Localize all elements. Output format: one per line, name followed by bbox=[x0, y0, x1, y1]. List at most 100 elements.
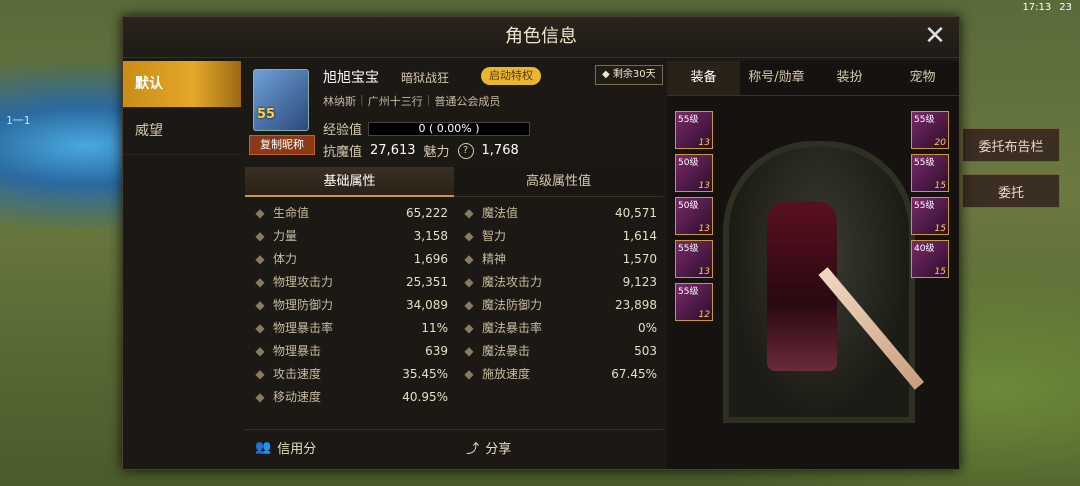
slot-reinforce: 15 bbox=[934, 181, 946, 191]
slot-reinforce: 15 bbox=[934, 224, 946, 234]
attribute-value: 0% bbox=[637, 320, 657, 335]
clock-text: 17:13 bbox=[1022, 1, 1052, 13]
attribute-cell: ◆ 物理暴击率 11% bbox=[245, 316, 454, 339]
slot-level: 55级 bbox=[678, 287, 699, 297]
attribute-label: 生命值 bbox=[273, 206, 310, 220]
tab-titles[interactable]: 称号/勋章 bbox=[740, 61, 813, 95]
privilege-button[interactable]: 启动特权 bbox=[481, 67, 541, 85]
attribute-cell: ◆ 物理攻击力 25,351 bbox=[245, 270, 454, 293]
attribute-value: 1,614 bbox=[622, 228, 657, 243]
attribute-cell: ◆ 魔法暴击率 0% bbox=[454, 316, 663, 339]
close-icon[interactable]: ✕ bbox=[921, 23, 949, 51]
attribute-label: 魔法防御力 bbox=[482, 298, 543, 312]
attribute-row: ◆ 物理暴击 639 ◆ 魔法暴击 503 bbox=[245, 339, 663, 362]
attribute-label: 智力 bbox=[482, 229, 507, 243]
fist-icon: ◆ bbox=[255, 228, 265, 243]
target-icon: ◆ bbox=[464, 320, 474, 335]
attribute-label: 魔法暴击率 bbox=[482, 321, 543, 335]
attribute-cell bbox=[454, 385, 663, 408]
attribute-cell: ◆ 物理暴击 639 bbox=[245, 339, 454, 362]
tab-prestige[interactable]: 威望 bbox=[123, 108, 241, 155]
attribute-cell: ◆ 精神 1,570 bbox=[454, 247, 663, 270]
attribute-label: 魔法攻击力 bbox=[482, 275, 543, 289]
blade-icon: ◆ bbox=[255, 366, 265, 381]
attribute-cell: ◆ 魔法值 40,571 bbox=[454, 201, 663, 224]
attribute-row: ◆ 物理暴击率 11% ◆ 魔法暴击率 0% bbox=[245, 316, 663, 339]
equipment-slot[interactable]: 55级 12 bbox=[675, 283, 713, 321]
tab-equipment[interactable]: 装备 bbox=[667, 61, 740, 95]
guild-rank-text: 普通公会成员 bbox=[434, 95, 501, 108]
help-icon[interactable]: ? bbox=[457, 142, 474, 159]
attribute-label: 体力 bbox=[273, 252, 298, 266]
hand-icon: ◆ bbox=[464, 366, 474, 381]
attribute-cell: ◆ 魔法攻击力 9,123 bbox=[454, 270, 663, 293]
copy-nickname-button[interactable]: 复制昵称 bbox=[249, 135, 315, 155]
share-icon: ⤴ bbox=[466, 441, 480, 457]
equipment-panel: 装备 称号/勋章 装扮 宠物 55级 13 50级 13 50级 13 55级 13 55级 12… bbox=[667, 61, 959, 469]
slot-reinforce: 13 bbox=[698, 267, 710, 277]
equipment-slot[interactable]: 50级 13 bbox=[675, 154, 713, 192]
equipment-slot[interactable]: 55级 20 bbox=[911, 111, 949, 149]
attribute-value: 1,696 bbox=[413, 251, 448, 266]
slot-level: 50级 bbox=[678, 158, 699, 168]
character-info-dialog: 角色信息 ✕ 默认 威望 55 复制昵称 旭旭宝宝 暗狱战狂 启动特权 ◆ 剩余… bbox=[122, 16, 960, 470]
equipment-slot[interactable]: 55级 13 bbox=[675, 240, 713, 278]
map-tag: 1一1 bbox=[6, 114, 31, 127]
attribute-value: 40.95% bbox=[402, 389, 448, 404]
circle-icon: ◆ bbox=[464, 251, 474, 266]
character-name: 旭旭宝宝 bbox=[323, 70, 379, 86]
sparkle-icon: ◆ bbox=[464, 274, 474, 289]
equipment-slot[interactable]: 40级 15 bbox=[911, 240, 949, 278]
equipment-slot[interactable]: 55级 15 bbox=[911, 197, 949, 235]
attribute-row: ◆ 生命值 65,222 ◆ 魔法值 40,571 bbox=[245, 201, 663, 224]
attribute-cell: ◆ 移动速度 40.95% bbox=[245, 385, 454, 408]
bottom-bar: 👥 信用分 ⤴ 分享 bbox=[245, 429, 663, 464]
tab-basic-attributes[interactable]: 基础属性 bbox=[245, 167, 454, 197]
character-job: 暗狱战狂 bbox=[401, 71, 450, 85]
battery-text: 23 bbox=[1059, 1, 1072, 13]
region-text: 林纳斯 bbox=[323, 95, 356, 108]
resist-label: 抗魔值 bbox=[323, 145, 363, 160]
equipment-slot[interactable]: 55级 15 bbox=[911, 154, 949, 192]
attribute-value: 11% bbox=[421, 320, 448, 335]
tab-advanced-attributes[interactable]: 高级属性值 bbox=[454, 167, 663, 197]
boot-icon: ◆ bbox=[255, 389, 265, 404]
attribute-cell: ◆ 攻击速度 35.45% bbox=[245, 362, 454, 385]
equipment-slot[interactable]: 50级 13 bbox=[675, 197, 713, 235]
tab-pets[interactable]: 宠物 bbox=[886, 61, 959, 95]
tab-avatar[interactable]: 装扮 bbox=[813, 61, 886, 95]
divider: | bbox=[426, 93, 431, 106]
attribute-row: ◆ 物理攻击力 25,351 ◆ 魔法攻击力 9,123 bbox=[245, 270, 663, 293]
left-tab-list: 默认 威望 bbox=[123, 61, 241, 155]
remaining-days-badge: ◆ 剩余30天 bbox=[595, 65, 663, 85]
share-button[interactable]: ⤴ 分享 bbox=[466, 438, 511, 457]
quest-button[interactable]: 委托 bbox=[962, 174, 1060, 208]
slot-level: 40级 bbox=[914, 244, 935, 254]
slot-level: 50级 bbox=[678, 201, 699, 211]
credit-score-button[interactable]: 👥 信用分 bbox=[255, 438, 316, 457]
attribute-label: 施放速度 bbox=[482, 367, 531, 381]
sword-icon: ◆ bbox=[255, 274, 265, 289]
attribute-value: 34,089 bbox=[406, 297, 448, 312]
status-bar: 17:13 23 bbox=[1022, 0, 1072, 14]
equipment-slot[interactable]: 55级 13 bbox=[675, 111, 713, 149]
attribute-cell: ◆ 智力 1,614 bbox=[454, 224, 663, 247]
attribute-value: 23,898 bbox=[615, 297, 657, 312]
attribute-value: 639 bbox=[425, 343, 448, 358]
resist-value: 27,613 bbox=[370, 143, 416, 158]
slot-reinforce: 20 bbox=[934, 138, 946, 148]
tab-default[interactable]: 默认 bbox=[123, 61, 241, 108]
slot-reinforce: 13 bbox=[698, 224, 710, 234]
dialog-title: 角色信息 bbox=[123, 17, 959, 58]
attribute-row: ◆ 体力 1,696 ◆ 精神 1,570 bbox=[245, 247, 663, 270]
brain-icon: ◆ bbox=[464, 228, 474, 243]
slot-level: 55级 bbox=[914, 201, 935, 211]
attribute-value: 65,222 bbox=[406, 205, 448, 220]
quest-board-button[interactable]: 委托布告栏 bbox=[962, 128, 1060, 162]
attribute-value: 503 bbox=[634, 343, 657, 358]
attribute-label: 物理暴击 bbox=[273, 344, 322, 358]
equipment-tabs: 装备 称号/勋章 装扮 宠物 bbox=[667, 61, 959, 96]
attribute-label: 物理暴击率 bbox=[273, 321, 334, 335]
target-icon: ◆ bbox=[255, 343, 265, 358]
credit-label: 信用分 bbox=[277, 441, 317, 457]
